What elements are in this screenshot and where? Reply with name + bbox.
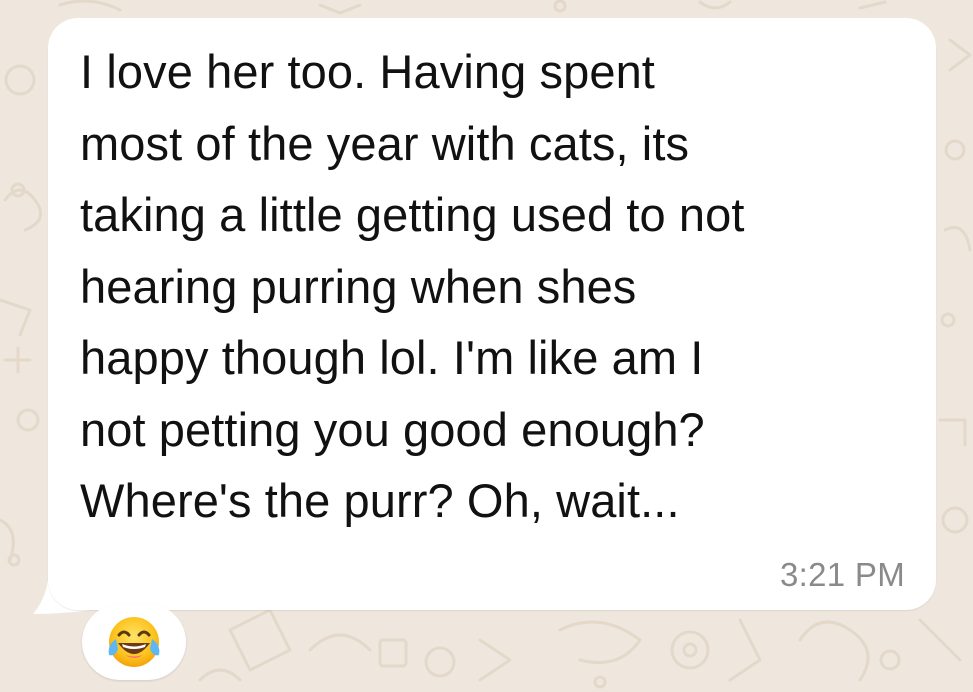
message-timestamp: 3:21 PM — [780, 556, 905, 593]
reaction-badge[interactable] — [82, 604, 186, 680]
message-text: I love her too. Having spent most of the… — [80, 45, 745, 527]
laughing-crying-emoji-icon — [108, 617, 160, 667]
